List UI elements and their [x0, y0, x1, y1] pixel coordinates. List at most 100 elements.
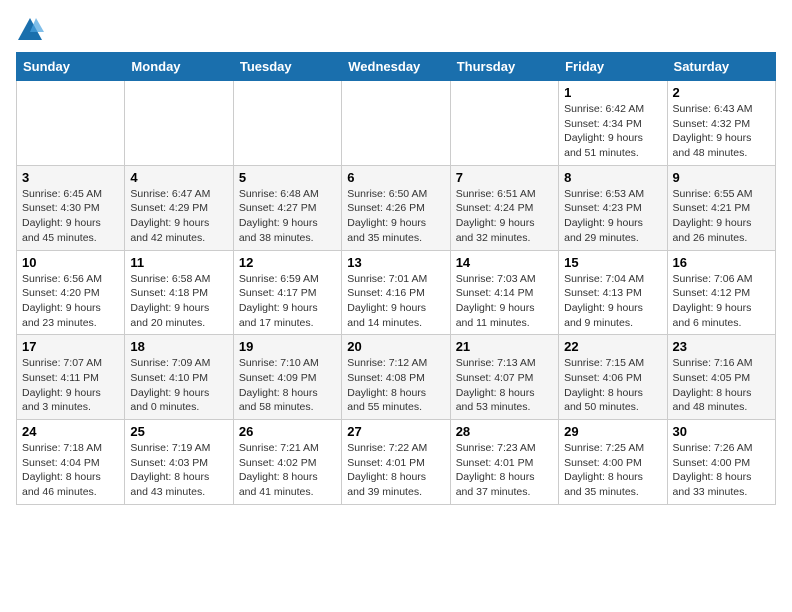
calendar-cell: 19Sunrise: 7:10 AM Sunset: 4:09 PM Dayli… — [233, 335, 341, 420]
calendar-cell: 24 Sunrise: 7:18 AM Sunset: 4:04 PM Dayli… — [17, 420, 125, 505]
day-info: Sunrise: 6:53 AM Sunset: 4:23 PM Dayligh… — [564, 187, 661, 246]
day-number: 23 — [673, 339, 770, 354]
day-info: Sunrise: 7:15 AM Sunset: 4:06 PM Dayligh… — [564, 356, 661, 415]
calendar-cell: 4 Sunrise: 6:47 AM Sunset: 4:29 PM Daylig… — [125, 165, 233, 250]
calendar-week-1: 1 Sunrise: 6:42 AM Sunset: 4:34 PM Daylig… — [17, 81, 776, 166]
day-number: 26 — [239, 424, 336, 439]
calendar-cell: 11Sunrise: 6:58 AM Sunset: 4:18 PM Dayli… — [125, 250, 233, 335]
day-number: 22 — [564, 339, 661, 354]
calendar-cell: 29 Sunrise: 7:25 AM Sunset: 4:00 PM Dayli… — [559, 420, 667, 505]
weekday-header-thursday: Thursday — [450, 53, 558, 81]
day-info: Sunrise: 7:18 AM Sunset: 4:04 PM Dayligh… — [22, 441, 119, 500]
calendar-cell: 15 Sunrise: 7:04 AM Sunset: 4:13 PM Dayli… — [559, 250, 667, 335]
day-info: Sunrise: 7:03 AM Sunset: 4:14 PM Dayligh… — [456, 272, 553, 331]
day-number: 17 — [22, 339, 119, 354]
day-number: 11 — [130, 255, 227, 270]
day-info: Sunrise: 6:43 AM Sunset: 4:32 PM Dayligh… — [673, 102, 770, 161]
calendar-body: 1 Sunrise: 6:42 AM Sunset: 4:34 PM Daylig… — [17, 81, 776, 505]
calendar-week-4: 17Sunrise: 7:07 AM Sunset: 4:11 PM Dayli… — [17, 335, 776, 420]
day-info: Sunrise: 7:06 AM Sunset: 4:12 PM Dayligh… — [673, 272, 770, 331]
day-number: 14 — [456, 255, 553, 270]
page-header — [16, 16, 776, 44]
day-number: 24 — [22, 424, 119, 439]
logo — [16, 16, 48, 44]
day-info: Sunrise: 7:26 AM Sunset: 4:00 PM Dayligh… — [673, 441, 770, 500]
day-number: 29 — [564, 424, 661, 439]
calendar-cell: 1 Sunrise: 6:42 AM Sunset: 4:34 PM Daylig… — [559, 81, 667, 166]
day-info: Sunrise: 6:48 AM Sunset: 4:27 PM Dayligh… — [239, 187, 336, 246]
day-number: 2 — [673, 85, 770, 100]
day-number: 8 — [564, 170, 661, 185]
calendar-cell: 14 Sunrise: 7:03 AM Sunset: 4:14 PM Dayli… — [450, 250, 558, 335]
day-number: 9 — [673, 170, 770, 185]
calendar-cell: 16 Sunrise: 7:06 AM Sunset: 4:12 PM Dayli… — [667, 250, 775, 335]
weekday-header-row: SundayMondayTuesdayWednesdayThursdayFrid… — [17, 53, 776, 81]
calendar-cell: 2 Sunrise: 6:43 AM Sunset: 4:32 PM Daylig… — [667, 81, 775, 166]
day-number: 16 — [673, 255, 770, 270]
calendar-cell: 10 Sunrise: 6:56 AM Sunset: 4:20 PM Dayli… — [17, 250, 125, 335]
day-number: 27 — [347, 424, 444, 439]
calendar-cell: 23 Sunrise: 7:16 AM Sunset: 4:05 PM Dayli… — [667, 335, 775, 420]
day-info: Sunrise: 6:51 AM Sunset: 4:24 PM Dayligh… — [456, 187, 553, 246]
day-info: Sunrise: 7:09 AM Sunset: 4:10 PM Dayligh… — [130, 356, 227, 415]
day-info: Sunrise: 7:01 AM Sunset: 4:16 PM Dayligh… — [347, 272, 444, 331]
day-info: Sunrise: 6:45 AM Sunset: 4:30 PM Dayligh… — [22, 187, 119, 246]
day-number: 10 — [22, 255, 119, 270]
calendar-cell: 25Sunrise: 7:19 AM Sunset: 4:03 PM Dayli… — [125, 420, 233, 505]
day-number: 4 — [130, 170, 227, 185]
calendar-cell: 8 Sunrise: 6:53 AM Sunset: 4:23 PM Daylig… — [559, 165, 667, 250]
weekday-header-tuesday: Tuesday — [233, 53, 341, 81]
day-info: Sunrise: 7:12 AM Sunset: 4:08 PM Dayligh… — [347, 356, 444, 415]
weekday-header-sunday: Sunday — [17, 53, 125, 81]
calendar-table: SundayMondayTuesdayWednesdayThursdayFrid… — [16, 52, 776, 505]
calendar-cell: 28 Sunrise: 7:23 AM Sunset: 4:01 PM Dayli… — [450, 420, 558, 505]
day-info: Sunrise: 7:13 AM Sunset: 4:07 PM Dayligh… — [456, 356, 553, 415]
weekday-header-saturday: Saturday — [667, 53, 775, 81]
calendar-cell: 5Sunrise: 6:48 AM Sunset: 4:27 PM Daylig… — [233, 165, 341, 250]
day-number: 12 — [239, 255, 336, 270]
calendar-cell: 9Sunrise: 6:55 AM Sunset: 4:21 PM Daylig… — [667, 165, 775, 250]
calendar-cell — [342, 81, 450, 166]
day-info: Sunrise: 6:56 AM Sunset: 4:20 PM Dayligh… — [22, 272, 119, 331]
day-info: Sunrise: 7:10 AM Sunset: 4:09 PM Dayligh… — [239, 356, 336, 415]
day-info: Sunrise: 7:23 AM Sunset: 4:01 PM Dayligh… — [456, 441, 553, 500]
day-number: 28 — [456, 424, 553, 439]
day-info: Sunrise: 6:42 AM Sunset: 4:34 PM Dayligh… — [564, 102, 661, 161]
calendar-week-2: 3 Sunrise: 6:45 AM Sunset: 4:30 PM Daylig… — [17, 165, 776, 250]
day-info: Sunrise: 7:21 AM Sunset: 4:02 PM Dayligh… — [239, 441, 336, 500]
day-number: 15 — [564, 255, 661, 270]
calendar-cell: 27 Sunrise: 7:22 AM Sunset: 4:01 PM Dayli… — [342, 420, 450, 505]
calendar-cell: 13 Sunrise: 7:01 AM Sunset: 4:16 PM Dayli… — [342, 250, 450, 335]
calendar-cell: 17Sunrise: 7:07 AM Sunset: 4:11 PM Dayli… — [17, 335, 125, 420]
calendar-cell: 7Sunrise: 6:51 AM Sunset: 4:24 PM Daylig… — [450, 165, 558, 250]
calendar-cell: 6Sunrise: 6:50 AM Sunset: 4:26 PM Daylig… — [342, 165, 450, 250]
day-info: Sunrise: 6:59 AM Sunset: 4:17 PM Dayligh… — [239, 272, 336, 331]
calendar-cell — [450, 81, 558, 166]
day-info: Sunrise: 6:50 AM Sunset: 4:26 PM Dayligh… — [347, 187, 444, 246]
day-info: Sunrise: 7:04 AM Sunset: 4:13 PM Dayligh… — [564, 272, 661, 331]
calendar-cell: 30 Sunrise: 7:26 AM Sunset: 4:00 PM Dayli… — [667, 420, 775, 505]
day-number: 13 — [347, 255, 444, 270]
day-info: Sunrise: 7:16 AM Sunset: 4:05 PM Dayligh… — [673, 356, 770, 415]
weekday-header-monday: Monday — [125, 53, 233, 81]
calendar-cell: 3 Sunrise: 6:45 AM Sunset: 4:30 PM Daylig… — [17, 165, 125, 250]
weekday-header-wednesday: Wednesday — [342, 53, 450, 81]
day-info: Sunrise: 7:25 AM Sunset: 4:00 PM Dayligh… — [564, 441, 661, 500]
day-number: 3 — [22, 170, 119, 185]
calendar-cell: 18 Sunrise: 7:09 AM Sunset: 4:10 PM Dayli… — [125, 335, 233, 420]
calendar-week-5: 24 Sunrise: 7:18 AM Sunset: 4:04 PM Dayli… — [17, 420, 776, 505]
calendar-cell: 22 Sunrise: 7:15 AM Sunset: 4:06 PM Dayli… — [559, 335, 667, 420]
day-info: Sunrise: 6:47 AM Sunset: 4:29 PM Dayligh… — [130, 187, 227, 246]
calendar-cell: 20Sunrise: 7:12 AM Sunset: 4:08 PM Dayli… — [342, 335, 450, 420]
day-info: Sunrise: 7:19 AM Sunset: 4:03 PM Dayligh… — [130, 441, 227, 500]
day-number: 21 — [456, 339, 553, 354]
day-info: Sunrise: 7:22 AM Sunset: 4:01 PM Dayligh… — [347, 441, 444, 500]
calendar-cell: 26 Sunrise: 7:21 AM Sunset: 4:02 PM Dayli… — [233, 420, 341, 505]
day-number: 30 — [673, 424, 770, 439]
day-number: 1 — [564, 85, 661, 100]
logo-icon — [16, 16, 44, 44]
day-number: 18 — [130, 339, 227, 354]
calendar-cell: 21 Sunrise: 7:13 AM Sunset: 4:07 PM Dayli… — [450, 335, 558, 420]
calendar-cell: 12 Sunrise: 6:59 AM Sunset: 4:17 PM Dayli… — [233, 250, 341, 335]
calendar-cell — [17, 81, 125, 166]
